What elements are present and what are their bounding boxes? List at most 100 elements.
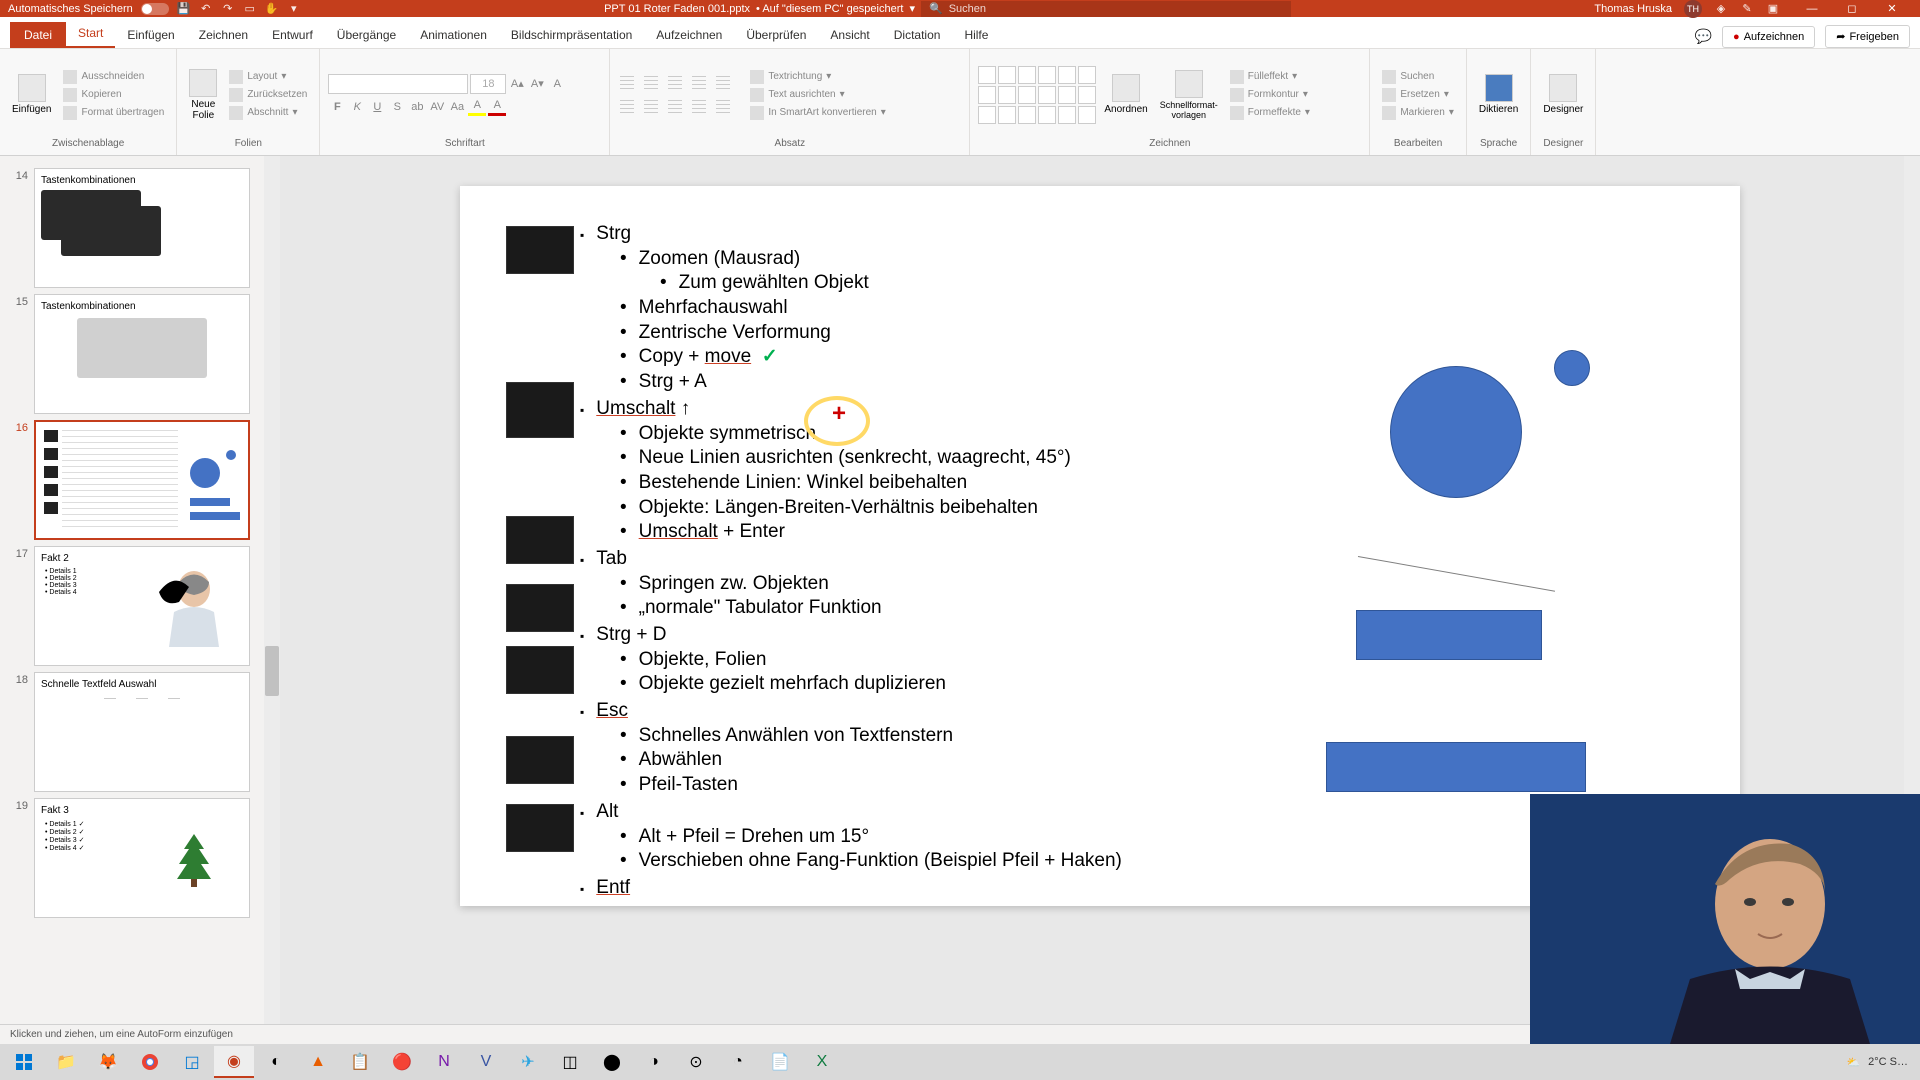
- undo-icon[interactable]: ↶: [199, 2, 213, 16]
- shape-cell[interactable]: [978, 106, 996, 124]
- tab-record[interactable]: Aufzeichnen: [644, 22, 734, 48]
- format-painter-button[interactable]: Format übertragen: [59, 105, 168, 121]
- align-right-button[interactable]: [666, 98, 684, 116]
- tab-start[interactable]: Start: [66, 20, 115, 48]
- system-tray[interactable]: ⛅ 2°C S…: [1846, 1056, 1916, 1069]
- italic-button[interactable]: K: [348, 98, 366, 116]
- tab-help[interactable]: Hilfe: [952, 22, 1000, 48]
- align-center-button[interactable]: [642, 98, 660, 116]
- onenote-icon[interactable]: N: [424, 1046, 464, 1078]
- new-slide-button[interactable]: Neue Folie: [185, 65, 221, 125]
- effects-button[interactable]: Formeffekte ▾: [1226, 105, 1314, 121]
- tab-slideshow[interactable]: Bildschirmpräsentation: [499, 22, 644, 48]
- tab-insert[interactable]: Einfügen: [115, 22, 186, 48]
- app-icon[interactable]: ⊙: [676, 1046, 716, 1078]
- thumb-15[interactable]: 15 Tastenkombinationen: [10, 294, 270, 414]
- shape-cell[interactable]: [1058, 86, 1076, 104]
- autosave-toggle[interactable]: [141, 3, 169, 15]
- replace-button[interactable]: Ersetzen ▾: [1378, 87, 1458, 103]
- thumb-slide[interactable]: Schnelle Textfeld Auswahl ——————: [34, 672, 250, 792]
- align-text-button[interactable]: Text ausrichten ▾: [746, 87, 889, 103]
- shape-cell[interactable]: [1018, 86, 1036, 104]
- increase-font-icon[interactable]: A▴: [508, 75, 526, 93]
- quickstyles-button[interactable]: Schnellformat- vorlagen: [1156, 66, 1222, 124]
- avatar[interactable]: TH: [1684, 0, 1702, 18]
- rectangle-shape-2[interactable]: [1326, 742, 1586, 792]
- section-button[interactable]: Abschnitt ▾: [225, 105, 311, 121]
- find-button[interactable]: Suchen: [1378, 69, 1458, 85]
- explorer-icon[interactable]: 📁: [46, 1046, 86, 1078]
- touch-icon[interactable]: ✋: [265, 2, 279, 16]
- tab-file[interactable]: Datei: [10, 22, 66, 48]
- strike-button[interactable]: S: [388, 98, 406, 116]
- font-color-button[interactable]: A: [488, 98, 506, 116]
- decrease-font-icon[interactable]: A▾: [528, 75, 546, 93]
- record-button[interactable]: ●Aufzeichnen: [1722, 26, 1815, 48]
- shape-cell[interactable]: [1078, 106, 1096, 124]
- justify-button[interactable]: [690, 98, 708, 116]
- slide-content[interactable]: Strg Zoomen (Mausrad) Zum gewählten Obje…: [580, 222, 1122, 903]
- tab-draw[interactable]: Zeichnen: [187, 22, 260, 48]
- align-left-button[interactable]: [618, 98, 636, 116]
- diamond-icon[interactable]: ◈: [1714, 2, 1728, 16]
- shapes-gallery[interactable]: [978, 66, 1096, 124]
- big-circle-shape[interactable]: [1390, 366, 1522, 498]
- shape-cell[interactable]: [1018, 106, 1036, 124]
- rectangle-shape-1[interactable]: [1356, 610, 1542, 660]
- thumb-scrollbar-handle[interactable]: [265, 646, 279, 696]
- dictate-button[interactable]: Diktieren: [1475, 70, 1522, 119]
- app-icon[interactable]: ◫: [550, 1046, 590, 1078]
- shape-cell[interactable]: [1058, 106, 1076, 124]
- copy-button[interactable]: Kopieren: [59, 87, 168, 103]
- thumb-18[interactable]: 18 Schnelle Textfeld Auswahl ——————: [10, 672, 270, 792]
- bold-button[interactable]: F: [328, 98, 346, 116]
- text-direction-button[interactable]: Textrichtung ▾: [746, 69, 889, 85]
- tab-animations[interactable]: Animationen: [408, 22, 499, 48]
- vlc-icon[interactable]: ▲: [298, 1046, 338, 1078]
- shape-cell[interactable]: [1038, 86, 1056, 104]
- outlook-icon[interactable]: ◲: [172, 1046, 212, 1078]
- numbering-button[interactable]: [642, 74, 660, 92]
- excel-icon[interactable]: X: [802, 1046, 842, 1078]
- tab-review[interactable]: Überprüfen: [734, 22, 818, 48]
- indent-more-button[interactable]: [690, 74, 708, 92]
- start-button[interactable]: [4, 1046, 44, 1078]
- share-button[interactable]: ➦Freigeben: [1825, 25, 1910, 48]
- case-button[interactable]: Aa: [448, 98, 466, 116]
- clear-format-icon[interactable]: A: [548, 75, 566, 93]
- shape-cell[interactable]: [978, 86, 996, 104]
- shape-cell[interactable]: [998, 86, 1016, 104]
- font-size-input[interactable]: [470, 74, 506, 94]
- thumb-slide[interactable]: Tastenkombinationen: [34, 168, 250, 288]
- shadow-button[interactable]: ab: [408, 98, 426, 116]
- close-button[interactable]: ✕: [1872, 0, 1912, 17]
- save-icon[interactable]: 💾: [177, 2, 191, 16]
- columns-button[interactable]: [714, 98, 732, 116]
- filename-dropdown-icon[interactable]: ▾: [909, 2, 915, 15]
- outline-button[interactable]: Formkontur ▾: [1226, 87, 1314, 103]
- app-icon[interactable]: ◔: [718, 1046, 758, 1078]
- shape-cell[interactable]: [998, 66, 1016, 84]
- thumb-slide-selected[interactable]: [34, 420, 250, 540]
- select-button[interactable]: Markieren ▾: [1378, 105, 1458, 121]
- shape-cell[interactable]: [1018, 66, 1036, 84]
- paste-button[interactable]: Einfügen: [8, 70, 55, 119]
- arrange-button[interactable]: Anordnen: [1100, 70, 1151, 119]
- fill-button[interactable]: Fülleffekt ▾: [1226, 69, 1314, 85]
- tab-design[interactable]: Entwurf: [260, 22, 325, 48]
- thumb-slide[interactable]: Fakt 3 • Details 1 ✓ • Details 2 ✓ • Det…: [34, 798, 250, 918]
- window-icon[interactable]: ▣: [1766, 2, 1780, 16]
- layout-button[interactable]: Layout ▾: [225, 69, 311, 85]
- telegram-icon[interactable]: ✈: [508, 1046, 548, 1078]
- cut-button[interactable]: Ausschneiden: [59, 69, 168, 85]
- shape-cell[interactable]: [998, 106, 1016, 124]
- from-start-icon[interactable]: ▭: [243, 2, 257, 16]
- thumb-19[interactable]: 19 Fakt 3 • Details 1 ✓ • Details 2 ✓ • …: [10, 798, 270, 918]
- shape-cell[interactable]: [1038, 66, 1056, 84]
- comments-icon[interactable]: 💬: [1695, 28, 1712, 45]
- spacing-button[interactable]: AV: [428, 98, 446, 116]
- app-icon[interactable]: 📋: [340, 1046, 380, 1078]
- maximize-button[interactable]: ◻: [1832, 0, 1872, 17]
- thumb-14[interactable]: 14 Tastenkombinationen: [10, 168, 270, 288]
- highlight-button[interactable]: A: [468, 98, 486, 116]
